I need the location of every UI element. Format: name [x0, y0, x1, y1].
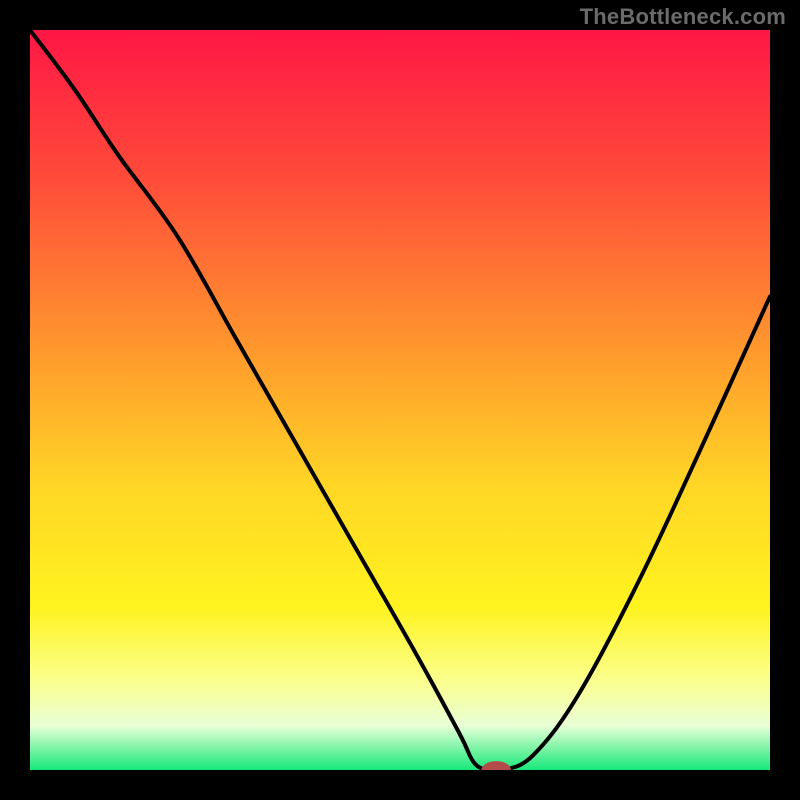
watermark-label: TheBottleneck.com	[580, 4, 786, 30]
bottleneck-chart	[0, 0, 800, 800]
chart-container: TheBottleneck.com	[0, 0, 800, 800]
gradient-background	[30, 30, 770, 770]
plot-area	[30, 30, 770, 779]
